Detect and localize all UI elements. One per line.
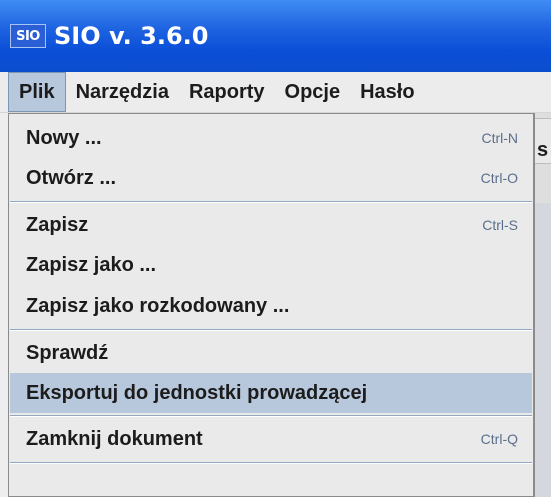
menu-item-label: Nowy ... <box>26 126 102 149</box>
menu-item-shortcut: Ctrl-S <box>482 217 518 233</box>
menu-item-label: Otwórz ... <box>26 166 116 189</box>
background-text-fragment: s <box>537 139 549 161</box>
menu-separator <box>10 415 532 417</box>
menu-item-nowy[interactable]: Nowy ... Ctrl-N <box>10 118 532 158</box>
menu-item-sprawdz[interactable]: Sprawdź <box>10 333 532 373</box>
menu-item-zapisz-jako-rozkodowany[interactable]: Zapisz jako rozkodowany ... <box>10 286 532 326</box>
menu-item-label: Zamknij dokument <box>26 427 203 450</box>
app-icon[interactable]: SIO <box>10 24 46 48</box>
menu-item-zamknij-dokument[interactable]: Zamknij dokument Ctrl-Q <box>10 419 532 459</box>
menu-separator <box>10 201 532 203</box>
menu-item-eksportuj[interactable]: Eksportuj do jednostki prowadzącej <box>10 373 532 413</box>
title-bar[interactable]: SIO SIO v. 3.6.0 <box>0 0 551 72</box>
menu-bar: Plik Narzędzia Raporty Opcje Hasło <box>0 72 551 113</box>
menu-item-zapisz-jako[interactable]: Zapisz jako ... <box>10 245 532 285</box>
application-window: SIO SIO v. 3.6.0 Plik Narzędzia Raporty … <box>0 0 551 497</box>
menu-item-shortcut: Ctrl-Q <box>480 431 518 447</box>
menu-item-label: Eksportuj do jednostki prowadzącej <box>26 381 368 404</box>
menu-item-zapisz[interactable]: Zapisz Ctrl-S <box>10 205 532 245</box>
plik-dropdown-menu: Nowy ... Ctrl-N Otwórz ... Ctrl-O Zapisz… <box>8 113 535 497</box>
menu-haslo[interactable]: Hasło <box>350 72 424 112</box>
menu-separator <box>10 329 532 331</box>
menu-narzedzia[interactable]: Narzędzia <box>66 72 179 112</box>
menu-item-label: Zapisz jako rozkodowany ... <box>26 294 290 317</box>
menu-raporty[interactable]: Raporty <box>179 72 275 112</box>
menu-item-label: Zapisz jako ... <box>26 253 157 276</box>
menu-item-shortcut: Ctrl-O <box>480 170 518 186</box>
menu-plik[interactable]: Plik <box>8 72 66 112</box>
menu-item-shortcut: Ctrl-N <box>481 130 518 146</box>
menu-separator <box>10 462 532 464</box>
window-title: SIO v. 3.6.0 <box>54 22 209 50</box>
menu-item-label: Sprawdź <box>26 341 109 364</box>
menu-item-otworz[interactable]: Otwórz ... Ctrl-O <box>10 158 532 198</box>
menu-opcje[interactable]: Opcje <box>275 72 351 112</box>
menu-item-label: Zapisz <box>26 213 89 236</box>
